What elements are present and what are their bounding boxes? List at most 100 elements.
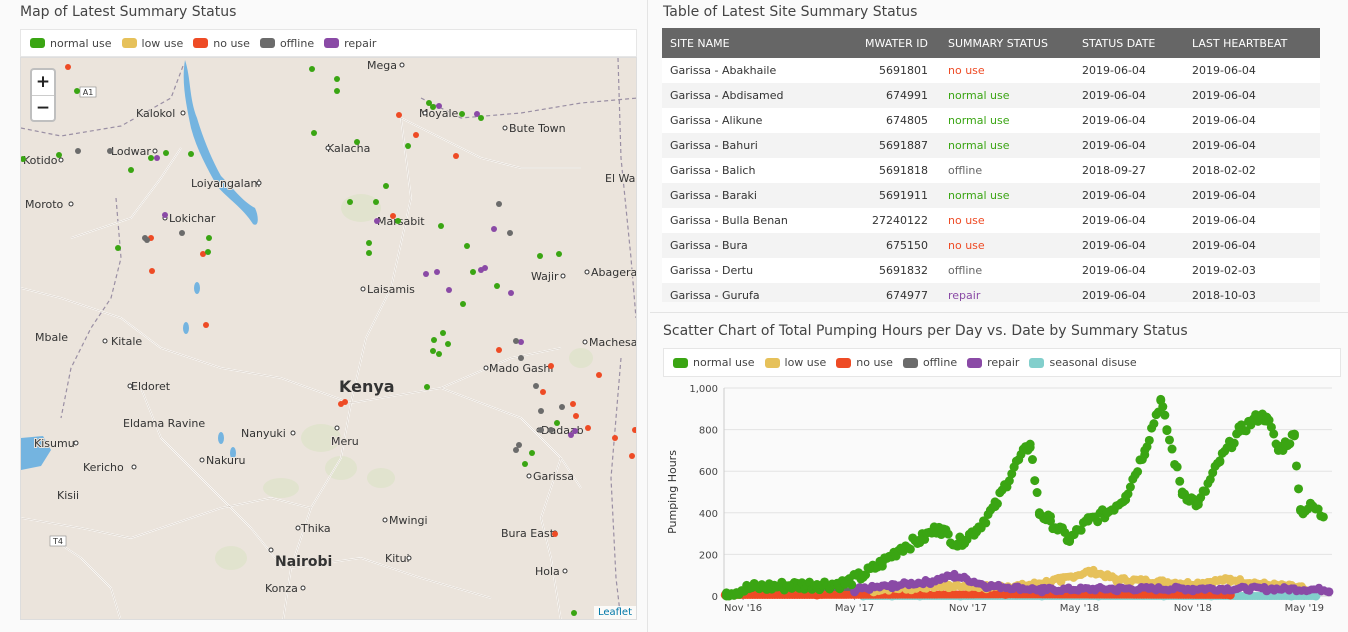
site-marker-normal-use[interactable] xyxy=(115,245,121,251)
site-status-table-container[interactable]: SITE NAME MWATER ID SUMMARY STATUS STATU… xyxy=(662,28,1320,302)
data-point-normal-use[interactable] xyxy=(1193,499,1203,509)
site-marker-no-use[interactable] xyxy=(453,153,459,159)
site-marker-normal-use[interactable] xyxy=(334,76,340,82)
data-point-normal-use[interactable] xyxy=(934,522,944,532)
site-marker-normal-use[interactable] xyxy=(571,610,577,616)
site-marker-no-use[interactable] xyxy=(573,413,579,419)
site-marker-normal-use[interactable] xyxy=(430,348,436,354)
table-row[interactable]: Garissa - Abakhaile 5691801 no use 2019-06-… xyxy=(662,58,1320,83)
site-marker-normal-use[interactable] xyxy=(383,183,389,189)
table-row[interactable]: Garissa - Bulla Benan 27240122 no use 2019-… xyxy=(662,208,1320,233)
data-point-normal-use[interactable] xyxy=(1144,435,1154,445)
site-marker-normal-use[interactable] xyxy=(405,143,411,149)
site-marker-no-use[interactable] xyxy=(612,435,618,441)
data-point-normal-use[interactable] xyxy=(1273,445,1283,455)
site-marker-normal-use[interactable] xyxy=(309,66,315,72)
scatter-chart[interactable]: 0 200 400 600 800 1,000 Pumping Hours Nov '16 Ma… xyxy=(662,380,1338,620)
site-marker-normal-use[interactable] xyxy=(424,384,430,390)
site-marker-no-use[interactable] xyxy=(396,112,402,118)
data-point-normal-use[interactable] xyxy=(1162,425,1172,435)
site-marker-repair[interactable] xyxy=(518,339,524,345)
data-point-normal-use[interactable] xyxy=(990,502,1000,512)
data-point-normal-use[interactable] xyxy=(812,580,822,590)
data-point-normal-use[interactable] xyxy=(1253,412,1263,422)
site-marker-no-use[interactable] xyxy=(413,132,419,138)
site-marker-no-use[interactable] xyxy=(596,372,602,378)
site-marker-no-use[interactable] xyxy=(203,322,209,328)
data-point-normal-use[interactable] xyxy=(1308,502,1318,512)
site-marker-normal-use[interactable] xyxy=(74,88,80,94)
data-point-normal-use[interactable] xyxy=(1149,419,1159,429)
data-point-normal-use[interactable] xyxy=(1269,429,1279,439)
map-canvas[interactable]: + − A1 T4 Mega Moyale Bute Town Kalokol Lodwar… xyxy=(20,57,637,620)
site-marker-offline[interactable] xyxy=(559,404,565,410)
data-point-normal-use[interactable] xyxy=(1032,488,1042,498)
table-row[interactable]: Garissa - Balich 5691818 offline 2018-09-27… xyxy=(662,158,1320,183)
data-point-normal-use[interactable] xyxy=(1121,491,1131,501)
data-point-normal-use[interactable] xyxy=(1027,455,1037,465)
zoom-out-button[interactable]: − xyxy=(32,95,54,120)
site-marker-normal-use[interactable] xyxy=(460,301,466,307)
table-row[interactable]: Garissa - Abdisamed 674991 normal use 2019-… xyxy=(662,83,1320,108)
data-point-normal-use[interactable] xyxy=(972,524,982,534)
data-point-normal-use[interactable] xyxy=(877,558,887,568)
site-marker-normal-use[interactable] xyxy=(470,269,476,275)
data-point-normal-use[interactable] xyxy=(1262,412,1272,422)
table-row[interactable]: Garissa - Bura 675150 no use 2019-06-04 2019… xyxy=(662,233,1320,258)
site-marker-offline[interactable] xyxy=(513,447,519,453)
site-marker-normal-use[interactable] xyxy=(438,223,444,229)
site-marker-normal-use[interactable] xyxy=(205,249,211,255)
site-marker-no-use[interactable] xyxy=(342,399,348,405)
site-marker-normal-use[interactable] xyxy=(347,199,353,205)
scatter-legend-item-seasonal-disuse[interactable]: seasonal disuse xyxy=(1029,356,1137,369)
data-point-normal-use[interactable] xyxy=(1175,476,1185,486)
site-marker-offline[interactable] xyxy=(179,230,185,236)
col-header-last-heartbeat[interactable]: LAST HEARTBEAT xyxy=(1184,28,1320,58)
data-point-normal-use[interactable] xyxy=(1289,431,1299,441)
map-legend-item-repair[interactable]: repair xyxy=(324,37,376,50)
data-point-repair[interactable] xyxy=(1112,586,1122,596)
site-marker-normal-use[interactable] xyxy=(436,351,442,357)
data-point-repair[interactable] xyxy=(1262,586,1272,596)
data-point-normal-use[interactable] xyxy=(1296,506,1306,516)
site-marker-normal-use[interactable] xyxy=(459,111,465,117)
site-marker-normal-use[interactable] xyxy=(128,167,134,173)
scatter-legend-item-no-use[interactable]: no use xyxy=(836,356,893,369)
site-marker-no-use[interactable] xyxy=(548,363,554,369)
site-marker-no-use[interactable] xyxy=(629,453,635,459)
site-marker-normal-use[interactable] xyxy=(334,88,340,94)
map-attribution-link[interactable]: Leaflet xyxy=(593,606,636,619)
table-row[interactable]: Garissa - Dertu 5691832 offline 2019-06-04 2… xyxy=(662,258,1320,283)
map-legend-item-offline[interactable]: offline xyxy=(259,37,314,50)
data-point-repair[interactable] xyxy=(981,583,991,593)
site-marker-no-use[interactable] xyxy=(570,401,576,407)
site-marker-offline[interactable] xyxy=(107,148,113,154)
data-point-normal-use[interactable] xyxy=(1083,516,1093,526)
site-marker-no-use[interactable] xyxy=(149,268,155,274)
site-marker-no-use[interactable] xyxy=(540,389,546,395)
data-point-normal-use[interactable] xyxy=(943,529,953,539)
site-marker-normal-use[interactable] xyxy=(311,130,317,136)
data-point-low-use[interactable] xyxy=(1086,568,1096,578)
data-point-normal-use[interactable] xyxy=(1234,427,1244,437)
data-point-normal-use[interactable] xyxy=(1025,439,1035,449)
site-marker-offline[interactable] xyxy=(538,408,544,414)
scatter-legend-item-repair[interactable]: repair xyxy=(967,356,1019,369)
data-point-normal-use[interactable] xyxy=(1009,462,1019,472)
data-point-repair[interactable] xyxy=(925,579,935,589)
data-point-normal-use[interactable] xyxy=(952,539,962,549)
table-row[interactable]: Garissa - Baraki 5691911 normal use 2019-06… xyxy=(662,183,1320,208)
site-marker-normal-use[interactable] xyxy=(440,330,446,336)
site-marker-repair[interactable] xyxy=(572,428,578,434)
data-point-normal-use[interactable] xyxy=(1167,444,1177,454)
col-header-status-date[interactable]: STATUS DATE xyxy=(1074,28,1184,58)
data-point-normal-use[interactable] xyxy=(840,579,850,589)
data-point-normal-use[interactable] xyxy=(1294,484,1304,494)
site-marker-no-use[interactable] xyxy=(390,213,396,219)
data-point-repair[interactable] xyxy=(949,572,959,582)
data-point-normal-use[interactable] xyxy=(1140,445,1150,455)
data-point-repair[interactable] xyxy=(887,583,897,593)
site-marker-repair[interactable] xyxy=(154,155,160,161)
data-point-normal-use[interactable] xyxy=(1285,439,1295,449)
site-marker-normal-use[interactable] xyxy=(354,139,360,145)
